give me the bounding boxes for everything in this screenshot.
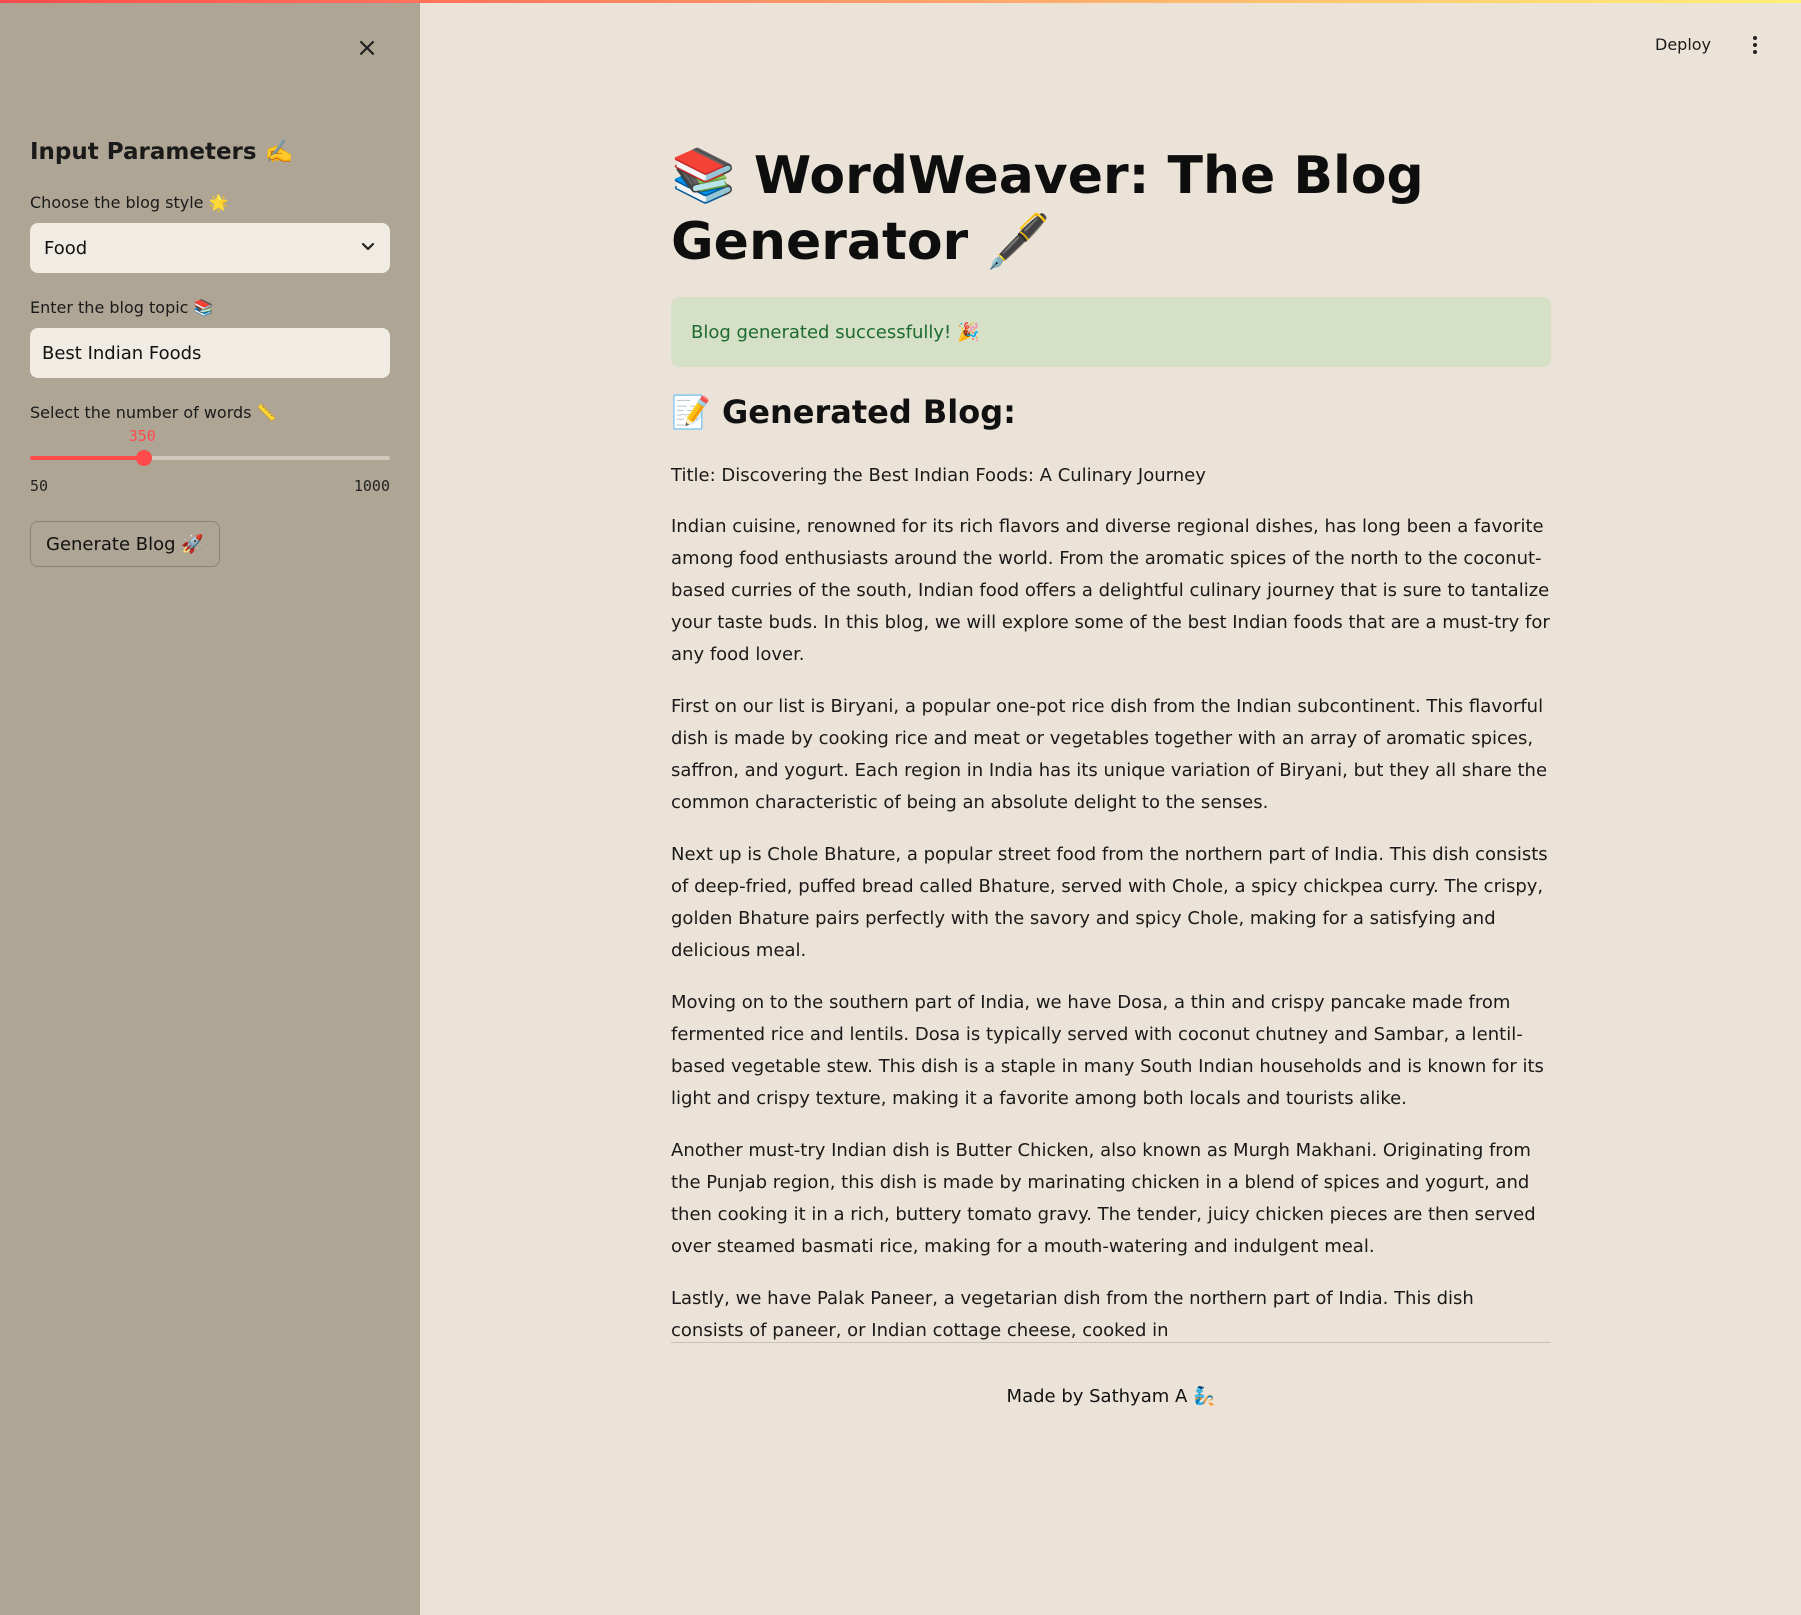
word-count-value: 350 <box>128 427 156 445</box>
blog-body: Title: Discovering the Best Indian Foods… <box>671 460 1551 1367</box>
blog-paragraph: Moving on to the southern part of India,… <box>671 992 1544 1109</box>
blog-title: Title: Discovering the Best Indian Foods… <box>671 465 1206 486</box>
blog-paragraph: Lastly, we have Palak Paneer, a vegetari… <box>671 1288 1474 1341</box>
sidebar-heading: Input Parameters ✍️ <box>30 139 294 165</box>
blog-paragraph: Another must-try Indian dish is Butter C… <box>671 1140 1536 1257</box>
blog-topic-input[interactable] <box>30 328 390 378</box>
generate-blog-button[interactable]: Generate Blog 🚀 <box>30 521 220 567</box>
kebab-menu-icon[interactable] <box>1745 30 1765 60</box>
slider-thumb[interactable] <box>135 450 152 466</box>
success-message: Blog generated successfully! 🎉 <box>691 321 980 343</box>
page-title: 📚 WordWeaver: The Blog Generator 🖋️ <box>671 146 1424 272</box>
generated-blog-heading: 📝 Generated Blog: <box>671 393 1016 431</box>
word-count-label: Select the number of words 📏 <box>30 403 277 422</box>
blog-style-select[interactable]: Food <box>30 223 390 273</box>
blog-topic-label: Enter the blog topic 📚 <box>30 298 214 317</box>
footer-divider <box>671 1342 1551 1343</box>
slider-fill <box>30 456 144 460</box>
blog-paragraph: First on our list is Biryani, a popular … <box>671 696 1548 813</box>
word-count-slider[interactable] <box>30 450 390 466</box>
slider-min-label: 50 <box>30 477 49 495</box>
footer-credit: Made by Sathyam A 🧞 <box>1006 1386 1216 1407</box>
close-icon[interactable]: × <box>352 33 382 63</box>
blog-style-value: Food <box>44 237 88 259</box>
generate-blog-label: Generate Blog 🚀 <box>46 533 204 555</box>
slider-max-label: 1000 <box>353 477 390 495</box>
blog-paragraph: Indian cuisine, renowned for its rich fl… <box>671 516 1550 665</box>
sidebar: × Input Parameters ✍️ Choose the blog st… <box>0 0 420 1615</box>
blog-paragraph: Next up is Chole Bhature, a popular stre… <box>671 844 1548 961</box>
deploy-button[interactable]: Deploy <box>1655 30 1711 60</box>
top-accent-bar <box>0 0 1801 3</box>
success-alert: Blog generated successfully! 🎉 <box>671 297 1551 367</box>
chevron-down-icon <box>360 238 376 258</box>
blog-style-label: Choose the blog style 🌟 <box>30 193 229 212</box>
